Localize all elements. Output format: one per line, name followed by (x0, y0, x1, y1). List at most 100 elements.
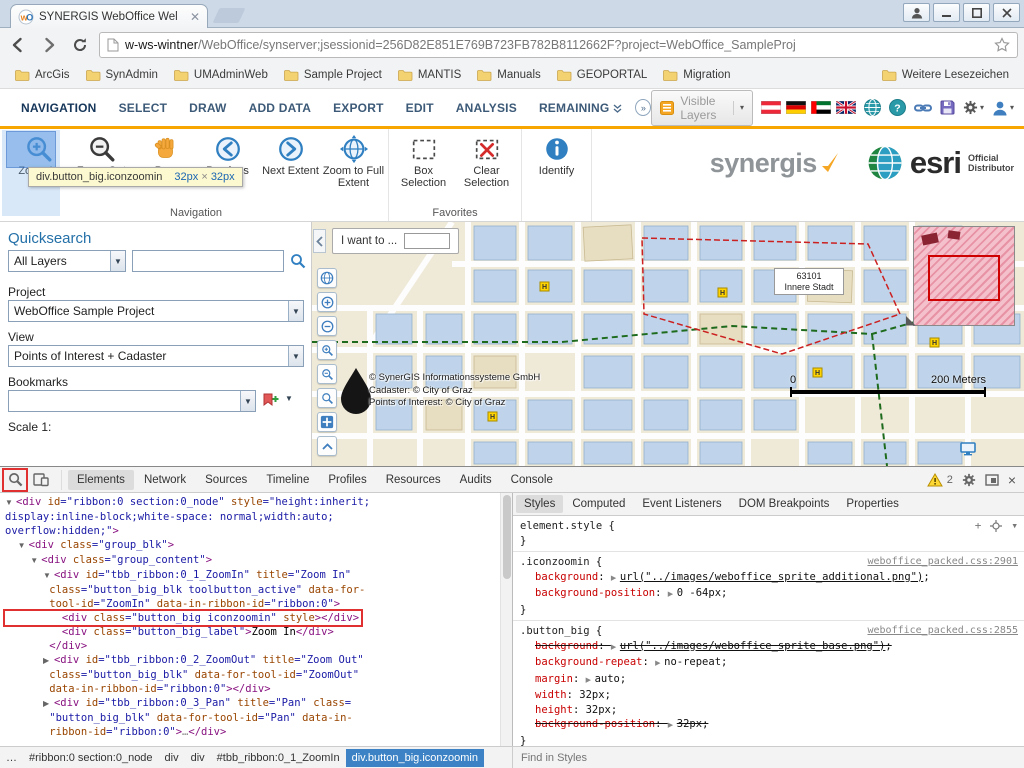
flag-uae-icon[interactable] (811, 101, 831, 114)
devtools-close-icon[interactable]: × (1008, 475, 1016, 485)
user-button[interactable]: ▾ (992, 100, 1014, 116)
minimize-button[interactable] (933, 3, 960, 22)
breadcrumb-item[interactable]: … (0, 749, 23, 767)
devtools-tab-profiles[interactable]: Profiles (319, 470, 375, 490)
breadcrumb-item[interactable]: #ribbon:0 section:0_node (23, 749, 159, 767)
tool-full-extent[interactable]: Zoom to Full Extent (322, 132, 385, 189)
styles-tab-computed[interactable]: Computed (564, 495, 633, 513)
element-states-icon[interactable] (990, 520, 1002, 532)
back-button[interactable] (6, 33, 30, 57)
styles-tab-styles[interactable]: Styles (516, 495, 563, 513)
dom-tree-line[interactable]: <div class="button_big iconzoomin" style… (5, 611, 361, 625)
css-property[interactable]: background: ▶url("../images/weboffice_sp… (520, 570, 1018, 587)
tool-identify[interactable]: Identify (525, 132, 588, 177)
dom-tree-line[interactable]: overflow:hidden;"> (5, 524, 500, 538)
bookmark-select[interactable]: ▼ (8, 390, 256, 412)
devtools-tab-console[interactable]: Console (502, 470, 562, 490)
new-tab-button[interactable] (213, 8, 246, 23)
styles-rules[interactable]: +▾element.style {}weboffice_packed.css:2… (513, 516, 1024, 746)
device-mode-button[interactable] (29, 469, 53, 491)
sidebar-collapse-button[interactable] (313, 229, 326, 253)
more-tools-button[interactable]: » (635, 99, 651, 116)
dom-tree-line[interactable]: tool-id="ZoomIn" data-in-ribbon-id="ribb… (5, 597, 500, 611)
i-want-to-box[interactable]: I want to ... (332, 228, 459, 254)
bookmark-item-synadmin[interactable]: SynAdmin (79, 67, 165, 83)
menu-tab-select[interactable]: SELECT (108, 101, 179, 115)
overview-extent-rect[interactable] (928, 255, 1000, 301)
url-text[interactable]: w-ws-wintner/WebOffice/synserver;jsessio… (125, 38, 988, 52)
map-tool-map-target[interactable] (317, 412, 337, 432)
menu-tab-edit[interactable]: EDIT (395, 101, 445, 115)
devtools-tab-elements[interactable]: Elements (68, 470, 134, 490)
breadcrumb-item[interactable]: #tbb_ribbon:0_1_ZoomIn (211, 749, 346, 767)
css-property[interactable]: background-position: ▶32px; (520, 717, 1018, 734)
add-rule-icon[interactable]: + (975, 519, 982, 534)
forward-button[interactable] (37, 33, 61, 57)
bookmark-item-migration[interactable]: Migration (656, 67, 737, 83)
css-property[interactable]: background-repeat: ▶no-repeat; (520, 655, 1018, 672)
expand-icon[interactable]: ▾ (1011, 519, 1018, 534)
dom-tree-line[interactable]: "button_big_blk" data-for-tool-id="Pan" … (5, 711, 500, 725)
dom-tree-line[interactable]: ribbon-id="ribbon:0">…</div> (5, 725, 500, 739)
help-button[interactable]: ? (889, 99, 906, 116)
profile-button[interactable] (903, 3, 930, 22)
dom-tree-line[interactable]: class="button_big_blk toolbutton_active"… (5, 583, 500, 597)
settings-button[interactable]: ▾ (963, 100, 984, 115)
styles-tab-event-listeners[interactable]: Event Listeners (634, 495, 729, 513)
map-area[interactable]: H H H H H I want to ... 63101 Innere Sta… (312, 222, 1024, 466)
find-styles-input[interactable] (513, 752, 1024, 764)
dom-tree-line[interactable]: data-in-ribbon-id="ribbon:0"></div> (5, 682, 500, 696)
dom-tree-line[interactable]: ▼<div class="group_blk"> (5, 538, 500, 553)
devtools-tab-timeline[interactable]: Timeline (257, 470, 318, 490)
map-tool-map-zoom-in[interactable] (317, 292, 337, 312)
devtools-tab-network[interactable]: Network (135, 470, 195, 490)
bookmark-item-umadminweb[interactable]: UMAdminWeb (167, 67, 275, 83)
menu-tab-export[interactable]: EXPORT (322, 101, 395, 115)
css-property[interactable]: height: 32px; (520, 703, 1018, 718)
dom-tree[interactable]: ▼<div id="ribbon:0 section:0_node" style… (0, 493, 500, 746)
dom-tree-line[interactable]: </div> (5, 639, 500, 653)
dom-tree-line[interactable]: ▶<div id="tbb_ribbon:0_3_Pan" title="Pan… (5, 696, 500, 711)
overview-collapse-icon[interactable] (904, 314, 917, 327)
view-select[interactable]: Points of Interest + Cadaster▼ (8, 345, 304, 367)
bookmark-item-mantis[interactable]: MANTIS (391, 67, 468, 83)
add-bookmark-icon[interactable] (262, 393, 279, 407)
map-tool-map-zoom-out[interactable] (317, 316, 337, 336)
dom-tree-line[interactable]: <div class="button_big_label">Zoom In</d… (5, 625, 500, 639)
bookmark-item-geoportal[interactable]: GEOPORTAL (550, 67, 655, 83)
save-button[interactable] (940, 100, 955, 115)
stylesheet-link[interactable]: weboffice_packed.css:2901 (867, 555, 1018, 570)
dom-tree-line[interactable]: class="button_big_blk" data-for-tool-id=… (5, 668, 500, 682)
styles-tab-properties[interactable]: Properties (838, 495, 906, 513)
devtools-settings-icon[interactable] (962, 473, 976, 487)
menu-tab-navigation[interactable]: NAVIGATION (10, 101, 108, 115)
devtools-tab-resources[interactable]: Resources (377, 470, 450, 490)
bookmark-item-manuals[interactable]: Manuals (470, 67, 547, 83)
rule-selector[interactable]: .button_big (520, 625, 590, 637)
breadcrumb-item[interactable]: div (159, 749, 185, 767)
tool-clear-selection[interactable]: Clear Selection (455, 132, 518, 189)
bookmark-item-sample-project[interactable]: Sample Project (277, 67, 389, 83)
menu-tab-remaining[interactable]: REMAINING (528, 101, 633, 115)
inspect-element-button[interactable] (3, 469, 27, 491)
menu-tab-analysis[interactable]: ANALYSIS (445, 101, 528, 115)
css-property[interactable]: margin: ▶auto; (520, 672, 1018, 689)
bookmark-menu-icon[interactable]: ▼ (285, 394, 293, 403)
browser-tab[interactable]: wO SYNERGIS WebOffice Wel ✕ (10, 4, 208, 28)
stylesheet-link[interactable]: weboffice_packed.css:2855 (867, 624, 1018, 639)
map-tool-map-mag-plus[interactable] (317, 340, 337, 360)
scrollbar-thumb[interactable] (503, 495, 511, 579)
warning-count[interactable]: 2 (947, 474, 953, 486)
dock-icon[interactable] (985, 474, 999, 486)
dom-tree-line[interactable]: ▼<div id="tbb_ribbon:0_1_ZoomIn" title="… (5, 568, 500, 583)
fullscreen-icon[interactable] (960, 442, 976, 456)
globe-button[interactable] (864, 99, 881, 116)
dom-tree-line[interactable]: ▼<div id="ribbon:0 section:0_node" style… (5, 495, 500, 510)
css-property[interactable]: background-position: ▶0 -64px; (520, 586, 1018, 603)
devtools-tab-audits[interactable]: Audits (451, 470, 501, 490)
breadcrumb-item[interactable]: div.button_big.iconzoomin (346, 749, 484, 767)
flag-germany-icon[interactable] (786, 101, 806, 114)
quicksearch-input[interactable] (132, 250, 284, 272)
dom-tree-line[interactable]: ▶<div id="tbb_ribbon:0_2_ZoomOut" title=… (5, 653, 500, 668)
rule-selector[interactable]: element.style (520, 520, 602, 532)
